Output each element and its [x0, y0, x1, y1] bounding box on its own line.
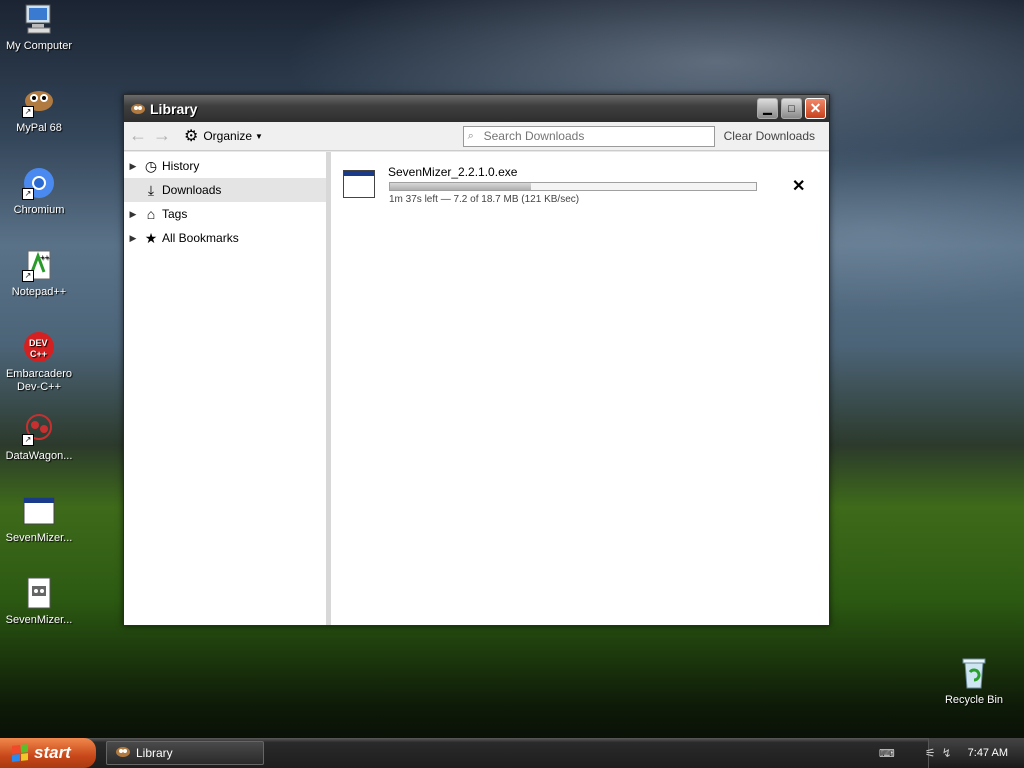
- progress-fill: [390, 183, 531, 190]
- back-button[interactable]: ←: [128, 126, 148, 146]
- svg-text:++: ++: [40, 253, 50, 262]
- minimize-icon: ▁: [763, 103, 772, 115]
- tag-icon: ⌂: [146, 206, 156, 222]
- shortcut-arrow-icon: ↗: [22, 106, 34, 118]
- download-status: 1m 37s left — 7.2 of 18.7 MB (121 KB/sec…: [389, 194, 580, 205]
- taskbar: start Library ⌨ ⚟ ↯ 7:47 AM: [0, 738, 1024, 768]
- sidebar-item-downloads[interactable]: ⤓ Downloads: [124, 178, 326, 202]
- desktop-icon-sevenmizer-file[interactable]: SevenMizer...: [0, 576, 78, 627]
- desktop-icon-notepadpp[interactable]: ++ ↗ Notepad++: [0, 248, 78, 299]
- download-progress-bar: [389, 182, 757, 191]
- chromium-icon: ↗: [22, 166, 56, 200]
- desktop-icon-label: Chromium: [13, 204, 65, 216]
- sidebar-item-history[interactable]: ▶ ◷ History: [124, 154, 326, 178]
- sidebar-item-label: Downloads: [162, 183, 222, 197]
- arrow-right-icon: →: [153, 125, 171, 145]
- keyboard-icon[interactable]: ⌨: [879, 747, 895, 760]
- maximize-button[interactable]: □: [781, 98, 802, 119]
- organize-menu-button[interactable]: ⚙ Organize ▼: [184, 126, 263, 146]
- desktop-icon-recycle-bin[interactable]: Recycle Bin: [935, 656, 1013, 707]
- computer-icon: [22, 2, 56, 36]
- mypal-app-icon: [115, 744, 131, 763]
- downloads-list: SevenMizer_2.2.1.0.exe 1m 37s left — 7.2…: [331, 152, 829, 625]
- clock-icon: ◷: [144, 157, 158, 174]
- desktop-icon-label: SevenMizer...: [5, 614, 73, 626]
- dev-cpp-icon: DEV C++: [22, 330, 56, 364]
- windows-logo-icon: [12, 744, 28, 762]
- chevron-down-icon: ▼: [255, 131, 263, 141]
- forward-button[interactable]: →: [152, 126, 172, 146]
- window-title: Library: [150, 100, 198, 117]
- desktop-icon-label: My Computer: [5, 40, 73, 52]
- mypal-icon: ↗: [22, 84, 56, 118]
- desktop-icon-label: MyPal 68: [16, 122, 62, 134]
- search-icon: ⌕: [467, 129, 474, 142]
- settings-file-icon: [22, 576, 56, 610]
- expand-arrow-icon[interactable]: ▶: [124, 161, 142, 172]
- library-body: ▶ ◷ History ⤓ Downloads ▶ ⌂ Tags ▶ ★ All…: [124, 152, 829, 625]
- star-icon: ★: [144, 229, 158, 246]
- clear-downloads-button[interactable]: Clear Downloads: [724, 129, 815, 143]
- minimize-button[interactable]: ▁: [757, 98, 778, 119]
- desktop-icon-label: Recycle Bin: [944, 694, 1004, 706]
- taskbar-button-library[interactable]: Library: [106, 741, 264, 765]
- close-button[interactable]: ✕: [805, 98, 826, 119]
- window-app-icon: [22, 494, 56, 528]
- arrow-left-icon: ←: [129, 125, 147, 145]
- desktop-icon-chromium[interactable]: ↗ Chromium: [0, 166, 78, 217]
- sidebar-item-label: History: [162, 159, 200, 173]
- search-input[interactable]: [481, 128, 706, 144]
- start-label: start: [34, 743, 71, 762]
- library-window: Library ▁ □ ✕ ← → ⚙ Organize ▼ ⌕ Clear D…: [123, 94, 830, 626]
- download-icon: ⤓: [147, 181, 155, 198]
- expand-arrow-icon[interactable]: ▶: [124, 209, 142, 220]
- desktop-icon-sevenmizer-exe[interactable]: SevenMizer...: [0, 494, 78, 545]
- sidebar-item-label: All Bookmarks: [162, 231, 239, 245]
- taskbar-button-label: Library: [136, 746, 173, 760]
- desktop-icon-label: DataWagon...: [5, 450, 73, 462]
- desktop-icon-mypal[interactable]: ↗ MyPal 68: [0, 84, 78, 135]
- sidebar-item-label: Tags: [162, 207, 188, 221]
- download-item[interactable]: SevenMizer_2.2.1.0.exe 1m 37s left — 7.2…: [343, 164, 819, 208]
- desktop-icon-label: Embarcadero Dev-C++: [5, 368, 73, 393]
- download-filename: SevenMizer_2.2.1.0.exe: [388, 165, 518, 179]
- cancel-download-button[interactable]: ✕: [792, 176, 805, 196]
- close-icon: ✕: [792, 178, 806, 195]
- executable-file-icon: [343, 170, 375, 198]
- shortcut-arrow-icon: ↗: [22, 270, 34, 282]
- sidebar-item-tags[interactable]: ▶ ⌂ Tags: [124, 202, 326, 226]
- datawagon-icon: ↗: [22, 412, 56, 446]
- expand-arrow-icon[interactable]: ▶: [124, 233, 142, 244]
- svg-text:DEV: DEV: [29, 338, 48, 348]
- desktop-icon-label: Notepad++: [11, 286, 67, 298]
- desktop-icon-label: SevenMizer...: [5, 532, 73, 544]
- mypal-app-icon: [130, 101, 146, 117]
- recycle-bin-icon: [957, 656, 991, 690]
- desktop-icon-datawagon[interactable]: ↗ DataWagon...: [0, 412, 78, 463]
- shortcut-arrow-icon: ↗: [22, 434, 34, 446]
- desktop-icon-my-computer[interactable]: My Computer: [0, 2, 78, 53]
- organize-label: Organize: [203, 129, 253, 143]
- library-toolbar: ← → ⚙ Organize ▼ ⌕ Clear Downloads: [124, 122, 829, 151]
- close-icon: ✕: [809, 100, 822, 116]
- shortcut-arrow-icon: ↗: [22, 188, 34, 200]
- clock[interactable]: 7:47 AM: [968, 747, 1008, 759]
- library-sidebar: ▶ ◷ History ⤓ Downloads ▶ ⌂ Tags ▶ ★ All…: [124, 152, 331, 625]
- safely-remove-icon[interactable]: ↯: [942, 746, 952, 760]
- gear-icon: ⚙: [184, 128, 199, 145]
- search-box[interactable]: ⌕: [462, 125, 715, 147]
- title-bar[interactable]: Library ▁ □ ✕: [124, 95, 829, 122]
- svg-text:C++: C++: [30, 349, 47, 359]
- sidebar-item-all-bookmarks[interactable]: ▶ ★ All Bookmarks: [124, 226, 326, 250]
- maximize-icon: □: [788, 102, 795, 115]
- network-icon[interactable]: ⚟: [925, 746, 936, 760]
- system-tray: ⌨ ⚟ ↯ 7:47 AM: [879, 738, 1024, 768]
- start-button[interactable]: start: [0, 738, 96, 768]
- notepad-plus-plus-icon: ++ ↗: [22, 248, 56, 282]
- desktop-icon-devcpp[interactable]: DEV C++ Embarcadero Dev-C++: [0, 330, 78, 394]
